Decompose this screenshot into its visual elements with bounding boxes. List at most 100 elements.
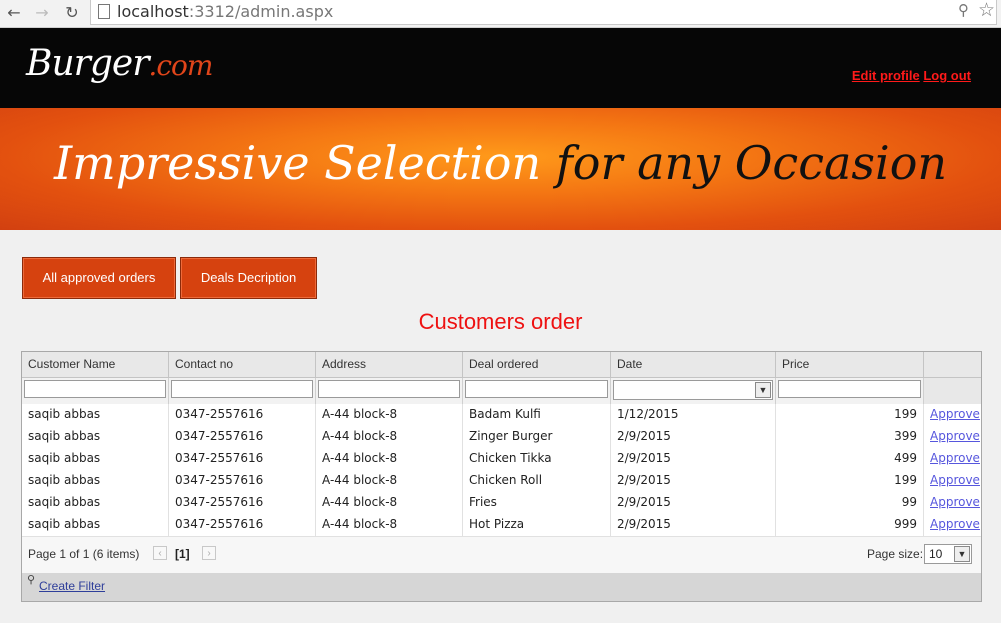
filter-date-dropdown[interactable]: ▼ [613, 380, 773, 400]
site-logo[interactable]: Burger.com [26, 43, 213, 84]
filter-customer-name-input[interactable] [24, 380, 166, 398]
cell-date: 2/9/2015 [611, 514, 776, 536]
cell-customer-name: saqib abbas [22, 448, 169, 470]
address-bar[interactable]: localhost:3312/admin.aspx [90, 0, 997, 25]
url-path: :3312/admin.aspx [188, 2, 334, 21]
url-host: localhost [117, 2, 189, 21]
cell-action: Approve [924, 448, 981, 470]
column-header-price[interactable]: Price [776, 352, 924, 377]
table-row: saqib abbas 0347-2557616 A-44 block-8 Ch… [22, 470, 981, 493]
page-size-value: 10 [929, 547, 943, 561]
bookmark-star-icon[interactable]: ☆ [978, 0, 995, 21]
cell-deal: Zinger Burger [463, 426, 611, 448]
cell-customer-name: saqib abbas [22, 514, 169, 536]
create-filter-link[interactable]: Create Filter [39, 579, 105, 593]
deals-description-button[interactable]: Deals Decription [180, 257, 317, 299]
cell-customer-name: saqib abbas [22, 426, 169, 448]
orders-grid: Customer Name Contact no Address Deal or… [21, 351, 982, 602]
next-page-icon[interactable]: › [202, 546, 216, 560]
logout-link[interactable]: Log out [923, 68, 971, 83]
cell-address: A-44 block-8 [316, 470, 463, 492]
page-title: Customers order [418, 309, 583, 334]
table-row: saqib abbas 0347-2557616 A-44 block-8 Zi… [22, 426, 981, 449]
approve-link[interactable]: Approve [930, 451, 980, 465]
cell-customer-name: saqib abbas [22, 492, 169, 514]
cell-contact: 0347-2557616 [169, 470, 316, 492]
cell-contact: 0347-2557616 [169, 426, 316, 448]
prev-page-icon[interactable]: ‹ [153, 546, 167, 560]
filter-address-input[interactable] [318, 380, 460, 398]
filter-cell [776, 378, 924, 404]
table-row: saqib abbas 0347-2557616 A-44 block-8 Ch… [22, 448, 981, 471]
filter-cell [169, 378, 316, 404]
cell-price: 199 [776, 470, 924, 492]
grid-pager: Page 1 of 1 (6 items) ‹ [1] › Page size:… [22, 537, 981, 574]
approve-link[interactable]: Approve [930, 429, 980, 443]
cell-action: Approve [924, 426, 981, 448]
cell-price: 99 [776, 492, 924, 514]
cell-price: 199 [776, 404, 924, 426]
cell-address: A-44 block-8 [316, 492, 463, 514]
back-arrow-icon[interactable]: ← [4, 3, 24, 23]
key-icon[interactable]: ⚲ [958, 1, 969, 19]
cell-price: 399 [776, 426, 924, 448]
filter-bar: ⚲ Create Filter [22, 573, 981, 601]
cell-action: Approve [924, 404, 981, 426]
column-header-contact[interactable]: Contact no [169, 352, 316, 377]
chevron-down-icon[interactable]: ▼ [954, 546, 970, 562]
all-approved-orders-button[interactable]: All approved orders [22, 257, 176, 299]
banner-text-black: for any Occasion [541, 136, 948, 190]
current-page: [1] [175, 547, 190, 561]
page-icon [98, 4, 110, 19]
chevron-down-icon[interactable]: ▼ [755, 382, 771, 398]
approve-link[interactable]: Approve [930, 517, 980, 531]
cell-contact: 0347-2557616 [169, 404, 316, 426]
cell-deal: Chicken Tikka [463, 448, 611, 470]
cell-action: Approve [924, 492, 981, 514]
filter-action-cell [924, 378, 981, 404]
cell-date: 2/9/2015 [611, 470, 776, 492]
cell-contact: 0347-2557616 [169, 448, 316, 470]
url-text: localhost:3312/admin.aspx [117, 2, 333, 21]
filter-deal-input[interactable] [465, 380, 608, 398]
filter-cell [22, 378, 169, 404]
hero-banner: Impressive Selection for any Occasion [0, 108, 1001, 230]
page-size-dropdown[interactable]: 10 ▼ [924, 544, 972, 564]
cell-deal: Badam Kulfi [463, 404, 611, 426]
pager-summary: Page 1 of 1 (6 items) [28, 547, 140, 561]
approve-link[interactable]: Approve [930, 495, 980, 509]
table-row: saqib abbas 0347-2557616 A-44 block-8 Fr… [22, 492, 981, 515]
approve-link[interactable]: Approve [930, 473, 980, 487]
page-size-label: Page size: [867, 547, 924, 561]
cell-contact: 0347-2557616 [169, 514, 316, 536]
column-header-address[interactable]: Address [316, 352, 463, 377]
cell-customer-name: saqib abbas [22, 470, 169, 492]
cell-date: 2/9/2015 [611, 448, 776, 470]
cell-date: 1/12/2015 [611, 404, 776, 426]
approve-link[interactable]: Approve [930, 407, 980, 421]
filter-cell [316, 378, 463, 404]
cell-contact: 0347-2557616 [169, 492, 316, 514]
cell-deal: Fries [463, 492, 611, 514]
reload-icon[interactable]: ↻ [62, 3, 82, 23]
filter-contact-input[interactable] [171, 380, 313, 398]
column-header-deal[interactable]: Deal ordered [463, 352, 611, 377]
banner-text-white: Impressive Selection [53, 136, 542, 190]
edit-profile-link[interactable]: Edit profile [852, 68, 920, 83]
cell-deal: Hot Pizza [463, 514, 611, 536]
column-header-customer-name[interactable]: Customer Name [22, 352, 169, 377]
cell-action: Approve [924, 470, 981, 492]
cell-date: 2/9/2015 [611, 492, 776, 514]
browser-toolbar: ← → ↻ localhost:3312/admin.aspx ⚲ ☆ [0, 0, 1001, 28]
cell-address: A-44 block-8 [316, 448, 463, 470]
filter-price-input[interactable] [778, 380, 921, 398]
column-header-action [924, 352, 981, 377]
cell-deal: Chicken Roll [463, 470, 611, 492]
cell-action: Approve [924, 514, 981, 536]
filter-cell [463, 378, 611, 404]
cell-customer-name: saqib abbas [22, 404, 169, 426]
logo-main: Burger [26, 43, 149, 84]
cell-date: 2/9/2015 [611, 426, 776, 448]
column-header-date[interactable]: Date [611, 352, 776, 377]
forward-arrow-icon[interactable]: → [32, 3, 52, 23]
